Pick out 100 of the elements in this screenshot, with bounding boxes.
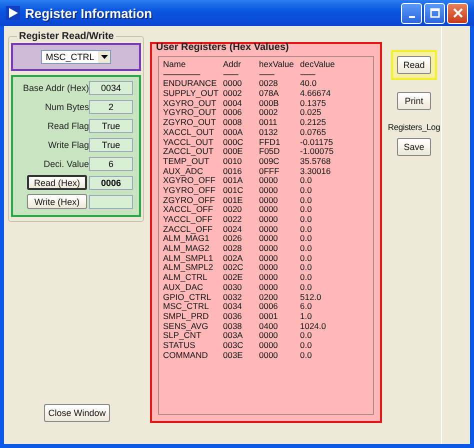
table-cell-text: YGYRO_OUT <box>163 108 218 118</box>
value-field[interactable]: True <box>89 118 133 132</box>
table-cell-text: 0.0 <box>300 234 313 244</box>
table-cell-text: 0000 <box>259 234 279 244</box>
maximize-button[interactable] <box>424 2 445 24</box>
table-cell-text: ALM_MAG2 <box>163 244 210 254</box>
table-cell-text: 0000 <box>259 350 279 360</box>
table-cell-text: SMPL_PRD <box>163 312 210 322</box>
action-button[interactable]: Print <box>397 92 431 110</box>
table-cell-text: 0132 <box>259 128 279 138</box>
play-icon <box>6 6 20 20</box>
column-header: Name <box>163 60 187 70</box>
table-cell-text: 002E <box>223 273 244 283</box>
table-cell-text: 1.0 <box>300 312 313 322</box>
table-cell-text: 0002 <box>259 108 279 118</box>
field-label: Write Flag <box>47 140 89 150</box>
table-cell-text: 000B <box>259 98 280 108</box>
table-cell-text: F05D <box>259 147 281 157</box>
value-field[interactable]: 2 <box>89 100 133 114</box>
table-cell-text: 0.0 <box>300 340 313 351</box>
table-cell-text: 001E <box>223 196 244 206</box>
action-button[interactable]: Read <box>397 56 431 74</box>
table-cell-text: 0.0 <box>300 254 313 264</box>
action-button[interactable]: Read (Hex) <box>27 175 87 190</box>
field-label: Base Addr (Hex) <box>22 82 89 92</box>
table-cell-text: TEMP_OUT <box>163 156 210 167</box>
table-cell-text: XGYRO_OFF <box>163 176 216 186</box>
table-cell-text: GPIO_CTRL <box>163 292 212 302</box>
minimize-icon <box>408 16 414 18</box>
table-cell-text: XGYRO_OUT <box>163 98 216 108</box>
table-cell-text: ZGYRO_OUT <box>163 118 217 128</box>
table-cell-text: 0032 <box>223 292 243 302</box>
table-cell-text: 0001 <box>259 312 279 322</box>
table-cell-text: COMMAND <box>163 350 209 360</box>
column-header: Addr <box>223 60 242 70</box>
table-cell-text: 4.66674 <box>300 89 332 99</box>
table-cell-text: 0000 <box>259 263 279 274</box>
table-cell-text: XACCL_OUT <box>163 128 214 138</box>
table-cell-text: YACCL_OUT <box>163 138 214 148</box>
separator-text: -------- <box>223 70 240 80</box>
table-cell-text: 0000 <box>259 273 279 283</box>
table-cell-text: 0000 <box>259 340 279 351</box>
table-cell-text: 000E <box>223 147 244 157</box>
column-header: hexValue <box>259 60 295 70</box>
group-title: User Registers (Hex Values) <box>156 42 289 53</box>
table-cell-text: 0FFF <box>259 166 280 176</box>
table-cell-text: 001A <box>223 176 244 186</box>
table-cell-text: 0026 <box>223 234 243 244</box>
table-cell-text: 0000 <box>223 79 243 90</box>
table-cell-text: 002C <box>223 263 244 274</box>
value-field[interactable]: True <box>89 138 133 152</box>
column-header: decValue <box>300 60 336 70</box>
value-field[interactable]: 0006 <box>89 176 133 190</box>
table-cell-text: 0028 <box>259 79 279 90</box>
table-cell-text: 0.0 <box>300 224 313 234</box>
table-cell-text: 000A <box>223 128 244 138</box>
table-cell-text: 3.30016 <box>300 166 332 176</box>
table-cell-text: ZGYRO_OFF <box>163 196 216 206</box>
table-cell-text: 0.1375 <box>300 98 327 108</box>
table-cell-text: 0.0 <box>300 331 313 341</box>
window-title: Register Information <box>25 6 152 20</box>
separator-text: -------------------- <box>163 70 202 80</box>
table-cell-text: 0000 <box>259 254 279 264</box>
table-cell-text: 0000 <box>259 215 279 225</box>
action-button[interactable]: Save <box>397 138 431 156</box>
table-cell-text: 0000 <box>259 205 279 215</box>
table-cell-text: 003E <box>223 350 244 360</box>
table-cell-text: 0008 <box>223 118 243 128</box>
table-cell-text: 0024 <box>223 224 243 234</box>
value-field[interactable]: 6 <box>89 156 133 170</box>
action-button[interactable]: Write (Hex) <box>27 194 87 209</box>
table-cell-text: 1024.0 <box>300 322 327 332</box>
table-cell-text: 0.0 <box>300 263 313 274</box>
close-button[interactable] <box>447 2 468 24</box>
table-cell-text: 0000 <box>259 224 279 234</box>
group-title: Register Read/Write <box>17 31 116 42</box>
table-cell-text: 0.0 <box>300 244 313 254</box>
table-cell-text: 0.0 <box>300 273 313 283</box>
log-label: Registers_Log <box>388 122 440 132</box>
table-cell-text: 003C <box>223 340 244 351</box>
table-cell-text: 35.5768 <box>300 156 332 167</box>
table-cell-text: YACCL_OFF <box>163 215 214 225</box>
register-select[interactable]: MSC_CTRL <box>41 50 111 64</box>
close-icon <box>452 8 462 18</box>
input-field[interactable] <box>89 194 133 208</box>
table-cell-text: 000C <box>223 138 244 148</box>
table-cell-text: ALM_SMPL2 <box>163 263 214 274</box>
separator-text: -------- <box>259 70 276 80</box>
table-cell-text: 078A <box>259 89 280 99</box>
table-cell-text: ZACCL_OFF <box>163 224 214 234</box>
table-cell-text: 512.0 <box>300 292 322 302</box>
table-cell-text: 0011 <box>259 118 278 128</box>
minimize-button[interactable] <box>401 2 422 24</box>
table-cell-text: 0400 <box>259 322 279 332</box>
close-window-button[interactable]: Close Window <box>44 404 110 422</box>
table-cell-text: 0.0 <box>300 282 313 292</box>
table-cell-text: -1.00075 <box>300 147 335 157</box>
value-field[interactable]: 0034 <box>89 80 133 94</box>
separator-text: -------- <box>300 70 316 80</box>
table-cell-text: ALM_CTRL <box>163 273 208 283</box>
